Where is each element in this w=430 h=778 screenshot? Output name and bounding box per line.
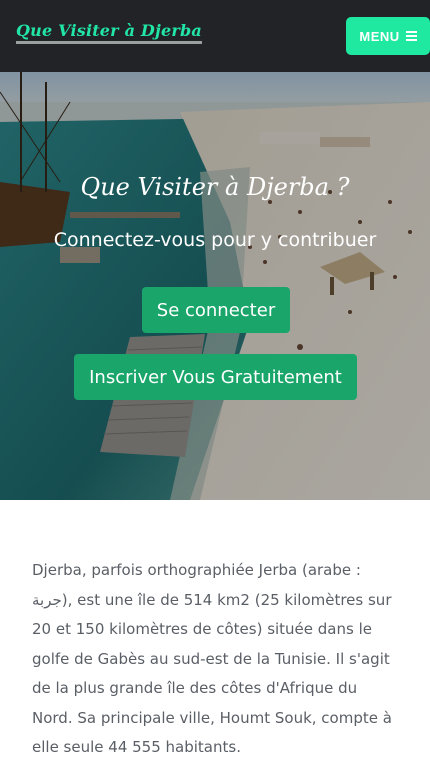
hamburger-icon <box>405 31 417 41</box>
menu-label: MENU <box>359 28 400 44</box>
brand-logo[interactable]: Que Visiter à Djerba <box>16 22 202 44</box>
login-button[interactable]: Se connecter <box>142 287 290 333</box>
hero-overlay <box>0 72 430 500</box>
hero-title: Que Visiter à Djerba ? <box>80 173 350 201</box>
navbar: Que Visiter à Djerba MENU <box>0 0 430 72</box>
hero-subtitle: Connectez-vous pour y contribuer <box>53 229 377 251</box>
hero-section: Que Visiter à Djerba ? Connectez-vous po… <box>0 72 430 500</box>
intro-paragraph: Djerba, parfois orthographiée Jerba (ara… <box>32 561 392 756</box>
signup-button[interactable]: Inscriver Vous Gratuitement <box>74 354 357 400</box>
menu-button[interactable]: MENU <box>346 17 430 55</box>
